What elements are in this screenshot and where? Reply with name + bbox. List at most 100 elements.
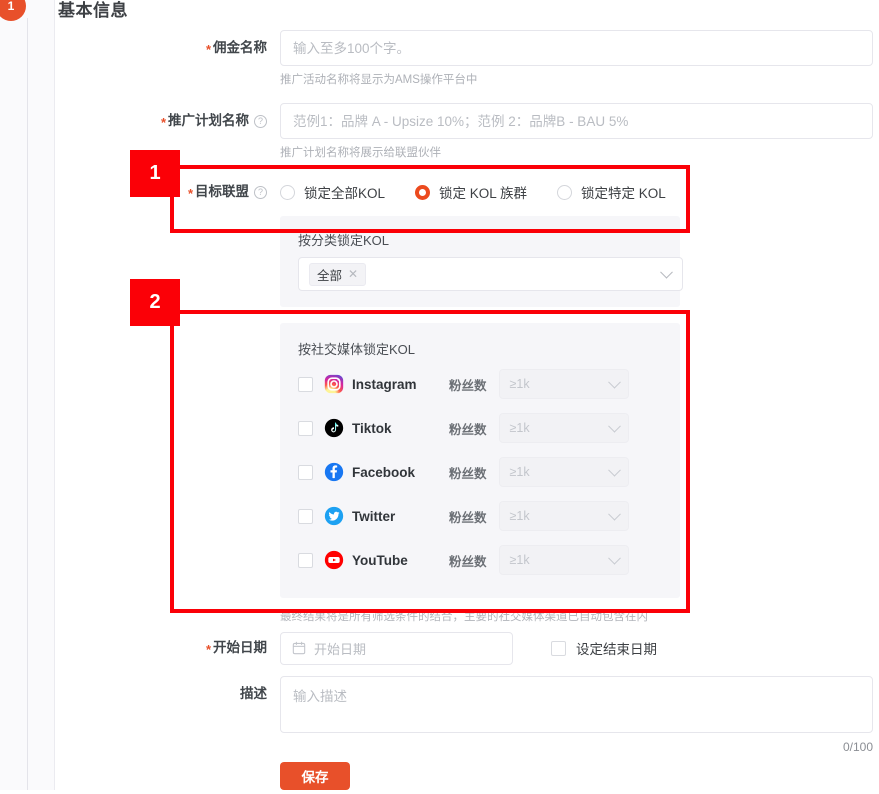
page-title: 基本信息 [58, 1, 128, 20]
social-checkbox-twitter[interactable] [298, 508, 313, 524]
commission-name-label: * 佣金名称 [55, 30, 280, 66]
plan-name-label: * 推广计划名称 ? [55, 103, 280, 139]
field-start-date: * 开始日期 开始日期 设定结束日期 [55, 630, 879, 666]
calendar-icon [292, 641, 306, 655]
social-checkbox-youtube[interactable] [298, 552, 313, 568]
category-select[interactable]: 全部 ✕ [298, 257, 683, 291]
annotation-number-1-text: 1 [149, 162, 161, 184]
description-counter: 0/100 [842, 740, 873, 754]
question-circle-icon[interactable]: ? [254, 114, 267, 128]
fans-label-youtube: 粉丝数 [449, 554, 487, 569]
social-row-tiktok: Tiktok 粉丝数 ≥1k [298, 406, 662, 450]
radio-option-specific-kol[interactable]: 锁定特定 KOL [557, 182, 666, 202]
commission-name-input[interactable] [280, 30, 873, 66]
description-textarea[interactable] [280, 676, 873, 733]
field-social-panel: 按社交媒体锁定KOL Instagram 粉丝数 ≥1k Tiktok 粉丝数 … [55, 323, 879, 624]
social-row-twitter: Twitter 粉丝数 ≥1k [298, 494, 662, 538]
step-rail: 1 [0, 0, 55, 790]
youtube-icon [324, 550, 344, 570]
fans-select-twitter[interactable]: ≥1k [498, 501, 629, 531]
chevron-down-icon [607, 419, 621, 433]
radio-option-all-kol[interactable]: 锁定全部KOL [280, 182, 385, 202]
description-label: 描述 [55, 676, 280, 712]
commission-name-control: 推广活动名称将显示为AMS操作平台中 [280, 30, 879, 89]
start-date-label: * 开始日期 [55, 630, 280, 666]
fans-label-facebook: 粉丝数 [449, 466, 487, 481]
fans-select-value: ≥1k [509, 509, 530, 523]
fans-select-value: ≥1k [509, 421, 530, 435]
chevron-down-icon [607, 463, 621, 477]
start-date-input[interactable]: 开始日期 [280, 631, 513, 665]
fans-label-instagram: 粉丝数 [449, 378, 487, 393]
required-marker: * [205, 41, 211, 57]
social-checkbox-facebook[interactable] [298, 464, 313, 480]
radio-label: 锁定特定 KOL [581, 186, 666, 201]
end-date-checkbox-row[interactable]: 设定结束日期 [551, 638, 657, 658]
fans-select-tiktok[interactable]: ≥1k [498, 413, 629, 443]
save-button[interactable]: 保存 [280, 762, 350, 790]
social-name-instagram: Instagram [352, 376, 417, 392]
social-name-facebook: Facebook [352, 464, 416, 480]
step-badge-1-number: 1 [7, 0, 15, 13]
social-checkbox-instagram[interactable] [298, 376, 313, 392]
plan-name-control: 推广计划名称将展示给联盟伙伴 [280, 103, 879, 162]
required-marker: * [187, 185, 193, 201]
target-alliance-label-text: 目标联盟 [195, 184, 249, 199]
commission-name-hint: 推广活动名称将显示为AMS操作平台中 [280, 74, 478, 86]
field-commission-name: * 佣金名称 推广活动名称将显示为AMS操作平台中 [55, 30, 879, 89]
twitter-icon [324, 506, 344, 526]
annotation-number-1: 1 [130, 150, 180, 197]
field-description: 描述 0/100 保存 [55, 676, 879, 790]
social-checkbox-tiktok[interactable] [298, 420, 313, 436]
chevron-down-icon [660, 265, 673, 279]
target-alliance-control: 锁定全部KOL 锁定 KOL 族群 锁定特定 KOL [280, 174, 879, 210]
required-marker: * [205, 641, 211, 657]
category-panel-control: 按分类锁定KOL 全部 ✕ [280, 216, 879, 307]
annotation-number-2-text: 2 [149, 291, 161, 313]
radio-dot [280, 184, 295, 200]
step-badge-1: 1 [0, 0, 26, 21]
end-date-checkbox-label: 设定结束日期 [576, 642, 657, 657]
radio-option-kol-group[interactable]: 锁定 KOL 族群 [415, 182, 527, 202]
social-name-twitter: Twitter [352, 508, 396, 524]
start-date-label-text: 开始日期 [213, 640, 267, 655]
facebook-icon [324, 462, 344, 482]
social-panel-footnote: 最终结果将是所有筛选条件的结合，主要的社交媒体渠道已自动包含在内 [280, 611, 648, 623]
fans-label-tiktok: 粉丝数 [449, 422, 487, 437]
chevron-down-icon [607, 551, 621, 565]
social-panel-title: 按社交媒体锁定KOL [298, 342, 416, 357]
basic-info-form: * 佣金名称 推广活动名称将显示为AMS操作平台中 * 推广计划名称 ? 推广计… [55, 30, 879, 794]
annotation-number-2: 2 [130, 279, 180, 326]
social-name-youtube: YouTube [352, 552, 408, 568]
social-panel-spacer [55, 323, 280, 359]
radio-dot [415, 184, 431, 200]
required-marker: * [160, 114, 166, 130]
fans-label-twitter: 粉丝数 [449, 510, 487, 525]
tiktok-icon [324, 418, 344, 438]
social-row-youtube: YouTube 粉丝数 ≥1k [298, 538, 662, 582]
category-tag: 全部 ✕ [309, 262, 367, 286]
category-panel: 按分类锁定KOL 全部 ✕ [280, 216, 683, 307]
plan-name-input[interactable] [280, 103, 873, 139]
social-panel-control: 按社交媒体锁定KOL Instagram 粉丝数 ≥1k Tiktok 粉丝数 … [280, 323, 879, 624]
social-name-tiktok: Tiktok [352, 420, 392, 436]
commission-name-label-text: 佣金名称 [213, 40, 267, 55]
chevron-down-icon [607, 507, 621, 521]
radio-label: 锁定 KOL 族群 [439, 186, 528, 201]
category-panel-title: 按分类锁定KOL [298, 233, 390, 248]
fans-select-value: ≥1k [509, 465, 530, 479]
social-row-instagram: Instagram 粉丝数 ≥1k [298, 362, 662, 406]
start-date-control: 开始日期 设定结束日期 [280, 630, 879, 666]
fans-select-facebook[interactable]: ≥1k [498, 457, 629, 487]
chevron-down-icon [607, 375, 621, 389]
close-icon[interactable]: ✕ [348, 267, 358, 281]
start-date-placeholder: 开始日期 [314, 641, 367, 657]
fans-select-instagram[interactable]: ≥1k [498, 369, 629, 399]
fans-select-youtube[interactable]: ≥1k [498, 545, 629, 575]
end-date-checkbox[interactable] [551, 640, 566, 656]
description-label-text: 描述 [240, 686, 267, 701]
question-circle-icon[interactable]: ? [254, 185, 267, 199]
radio-dot [557, 184, 573, 200]
social-row-facebook: Facebook 粉丝数 ≥1k [298, 450, 662, 494]
category-tag-label: 全部 [317, 268, 343, 283]
